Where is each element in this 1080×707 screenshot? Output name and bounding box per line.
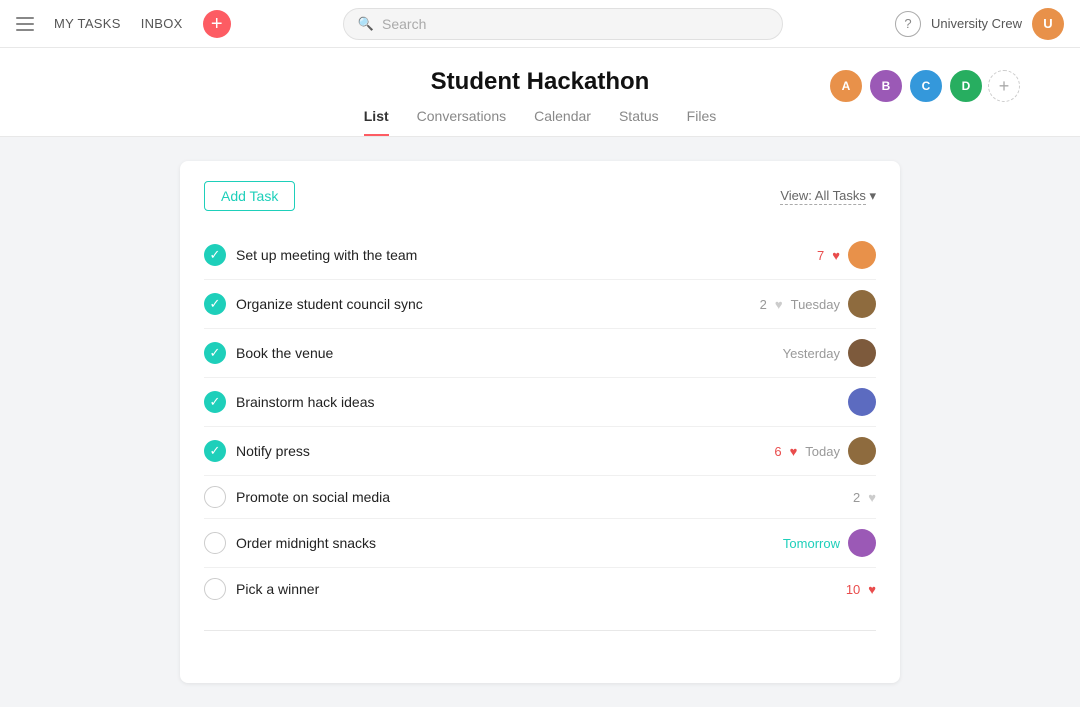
task-meta: 7♥ (817, 241, 876, 269)
search-input[interactable] (382, 16, 768, 32)
divider (204, 630, 876, 631)
heart-icon[interactable]: ♥ (790, 444, 798, 459)
task-avatar[interactable] (848, 388, 876, 416)
search-icon: 🔍 (358, 16, 374, 32)
task-panel: Add Task View: All Tasks ▾ ✓ Set up meeti… (180, 161, 900, 683)
task-avatar[interactable] (848, 437, 876, 465)
task-row: ✓ Book the venue Yesterday (204, 329, 876, 378)
task-meta: Yesterday (783, 339, 876, 367)
project-tabs: List Conversations Calendar Status Files (0, 108, 1080, 136)
check-done-icon[interactable]: ✓ (204, 342, 226, 364)
task-name: Promote on social media (236, 489, 843, 505)
task-meta (848, 388, 876, 416)
check-open-icon[interactable] (204, 532, 226, 554)
task-name: Organize student council sync (236, 296, 750, 312)
menu-icon[interactable] (16, 17, 34, 31)
task-meta: 2♥ (853, 490, 876, 505)
task-row: ✓ Organize student council sync 2 ♥ Tuesday (204, 280, 876, 329)
nav-left: MY TASKS INBOX + (16, 10, 231, 38)
view-filter[interactable]: View: All Tasks ▾ (780, 188, 876, 204)
help-button[interactable]: ? (895, 11, 921, 37)
task-row: Promote on social media2♥ (204, 476, 876, 519)
project-header: Student Hackathon A B C D + List Convers… (0, 48, 1080, 137)
tab-status[interactable]: Status (619, 108, 659, 136)
panel-toolbar: Add Task View: All Tasks ▾ (204, 181, 876, 211)
heart-icon[interactable]: ♥ (868, 582, 876, 597)
task-meta: 10 ♥ (846, 582, 876, 597)
task-date: Tuesday (791, 297, 840, 312)
task-meta: Tomorrow (783, 529, 876, 557)
task-name: Brainstorm hack ideas (236, 394, 838, 410)
heart-icon[interactable]: ♥ (775, 297, 783, 312)
like-count: 6 (774, 444, 781, 459)
task-list: ✓Set up meeting with the team7♥✓Organize… (204, 231, 876, 610)
heart-icon[interactable]: ♥ (832, 248, 840, 263)
task-meta: 6 ♥ Today (774, 437, 876, 465)
search-input-wrap: 🔍 (343, 8, 783, 40)
like-count: 10 (846, 582, 860, 597)
top-navigation: MY TASKS INBOX + 🔍 ? University Crew U (0, 0, 1080, 48)
task-name: Notify press (236, 443, 764, 459)
add-button[interactable]: + (203, 10, 231, 38)
search-bar: 🔍 (231, 8, 895, 40)
task-name: Set up meeting with the team (236, 247, 807, 263)
task-name: Order midnight snacks (236, 535, 773, 551)
task-date: Tomorrow (783, 536, 840, 551)
nav-right: ? University Crew U (895, 8, 1064, 40)
inbox-link[interactable]: INBOX (141, 16, 183, 31)
main-content: Add Task View: All Tasks ▾ ✓ Set up meeti… (0, 137, 1080, 707)
heart-icon[interactable]: ♥ (868, 490, 876, 505)
team-avatar-1[interactable]: A (828, 68, 864, 104)
task-avatar[interactable] (848, 241, 876, 269)
task-avatar[interactable] (848, 529, 876, 557)
task-date: Yesterday (783, 346, 840, 361)
check-done-icon[interactable]: ✓ (204, 293, 226, 315)
team-avatar-3[interactable]: C (908, 68, 944, 104)
workspace-name: University Crew (931, 16, 1022, 31)
tab-calendar[interactable]: Calendar (534, 108, 591, 136)
tab-list[interactable]: List (364, 108, 389, 136)
task-row: ✓Set up meeting with the team7♥ (204, 231, 876, 280)
task-name: Book the venue (236, 345, 773, 361)
tab-conversations[interactable]: Conversations (417, 108, 507, 136)
check-open-icon[interactable] (204, 486, 226, 508)
my-tasks-link[interactable]: MY TASKS (54, 16, 121, 31)
add-member-button[interactable]: + (988, 70, 1020, 102)
add-task-button[interactable]: Add Task (204, 181, 295, 211)
like-count: 2 (760, 297, 767, 312)
user-avatar[interactable]: U (1032, 8, 1064, 40)
team-avatars: A B C D + (828, 68, 1020, 104)
check-done-icon[interactable]: ✓ (204, 244, 226, 266)
check-done-icon[interactable]: ✓ (204, 391, 226, 413)
team-avatar-2[interactable]: B (868, 68, 904, 104)
check-open-icon[interactable] (204, 578, 226, 600)
task-row: ✓ Brainstorm hack ideas (204, 378, 876, 427)
task-date: Today (805, 444, 840, 459)
check-done-icon[interactable]: ✓ (204, 440, 226, 462)
task-meta: 2 ♥ Tuesday (760, 290, 876, 318)
task-avatar[interactable] (848, 339, 876, 367)
team-avatar-4[interactable]: D (948, 68, 984, 104)
like-count: 2 (853, 490, 860, 505)
task-row: ✓ Notify press 6 ♥ Today (204, 427, 876, 476)
task-row: Pick a winner 10 ♥ (204, 568, 876, 610)
task-row: Order midnight snacks Tomorrow (204, 519, 876, 568)
tab-files[interactable]: Files (687, 108, 717, 136)
like-count: 7 (817, 248, 824, 263)
task-avatar[interactable] (848, 290, 876, 318)
task-name: Pick a winner (236, 581, 836, 597)
